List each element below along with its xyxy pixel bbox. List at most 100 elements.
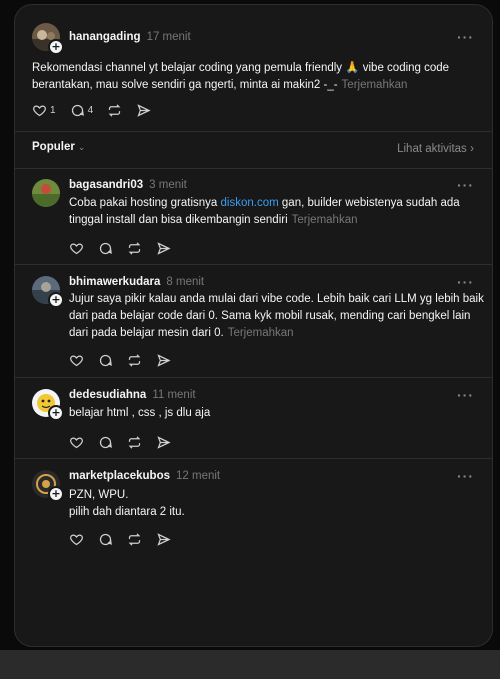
reply-line-2: dari pada belajar code dari 0. Sama kyk … — [69, 310, 471, 322]
more-icon[interactable]: ··· — [457, 387, 474, 403]
share-button[interactable] — [156, 353, 171, 368]
more-icon[interactable]: ··· — [457, 177, 474, 193]
send-icon — [157, 532, 171, 546]
more-icon[interactable]: ··· — [457, 29, 474, 45]
reply-actions — [69, 352, 185, 368]
like-button[interactable]: 1 — [32, 103, 56, 118]
chevron-down-icon: ⌄ — [77, 142, 86, 152]
timestamp: 11 menit — [152, 389, 196, 401]
heart-icon — [33, 104, 46, 116]
reply-button[interactable] — [98, 353, 113, 368]
divider — [15, 168, 492, 169]
translate-link[interactable]: Terjemahkan — [228, 327, 294, 339]
reply-button[interactable] — [98, 532, 113, 547]
timestamp: 17 menit — [146, 31, 191, 43]
timestamp: 12 menit — [176, 470, 221, 482]
follow-plus-icon[interactable]: + — [48, 292, 64, 308]
link-diskon[interactable]: diskon.com — [221, 197, 279, 209]
heart-icon — [70, 436, 83, 448]
username[interactable]: bagasandri03 — [69, 179, 143, 191]
reply-line-3: dari pada belajar mesin dari 0. Terjemahk… — [69, 327, 294, 339]
divider — [15, 377, 492, 378]
repost-icon — [128, 241, 141, 255]
follow-plus-icon[interactable]: + — [48, 39, 64, 55]
translate-link[interactable]: Terjemahkan — [292, 214, 358, 226]
reply-line-2: pilih dah diantara 2 itu. — [69, 506, 185, 518]
send-icon — [157, 435, 171, 449]
comment-icon — [71, 104, 84, 116]
like-button[interactable] — [69, 353, 84, 368]
like-button[interactable] — [69, 532, 84, 547]
thread-card: + hanangading 17 menit ··· Rekomendasi ch… — [14, 4, 493, 647]
reply-author[interactable]: bhimawerkudara 8 menit — [69, 276, 204, 288]
repost-button[interactable] — [127, 353, 142, 368]
post-line: Rekomendasi channel yt belajar coding ya… — [32, 62, 450, 74]
send-icon — [157, 353, 171, 367]
reply-line: Coba pakai hosting gratisnya diskon.com … — [69, 197, 460, 209]
reply-button[interactable] — [98, 435, 113, 450]
reply-line: PZN, WPU. — [69, 489, 129, 501]
send-icon — [157, 241, 171, 255]
reply-text: Jujur saya pikir kalau anda mulai dari v… — [69, 291, 484, 342]
reply-line: belajar html , css , js dlu aja — [69, 407, 211, 419]
follow-plus-icon[interactable]: + — [48, 486, 64, 502]
activity-label: Lihat aktivitas — [397, 143, 467, 155]
reply-count: 4 — [87, 104, 94, 116]
post-author[interactable]: hanangading 17 menit — [69, 31, 191, 43]
translate-link[interactable]: Terjemahkan — [342, 79, 408, 91]
bottom-bar — [0, 650, 500, 679]
divider — [15, 264, 492, 265]
share-button[interactable] — [156, 241, 171, 256]
sort-label: Populer — [32, 141, 75, 153]
username[interactable]: bhimawerkudara — [69, 276, 160, 288]
timestamp: 8 menit — [166, 276, 205, 288]
repost-icon — [128, 532, 141, 546]
timestamp: 3 menit — [149, 179, 187, 191]
repost-icon — [108, 103, 121, 117]
repost-icon — [128, 435, 141, 449]
share-button[interactable] — [156, 435, 171, 450]
username[interactable]: marketplacekubos — [69, 470, 170, 482]
like-count: 1 — [50, 104, 56, 116]
heart-icon — [70, 354, 83, 366]
avatar[interactable]: + — [32, 276, 64, 308]
reply-line-2: tinggal install dan bisa dikembangin sen… — [69, 214, 358, 226]
repost-icon — [128, 353, 141, 367]
reply-author[interactable]: marketplacekubos 12 menit — [69, 470, 220, 482]
reply-author[interactable]: bagasandri03 3 menit — [69, 179, 187, 191]
reply-button[interactable]: 4 — [70, 103, 94, 118]
more-icon[interactable]: ··· — [457, 468, 474, 484]
avatar[interactable] — [32, 179, 60, 207]
view-activity-link[interactable]: Lihat aktivitas › — [397, 141, 474, 155]
reply-line: Jujur saya pikir kalau anda mulai dari v… — [69, 293, 484, 305]
reply-text: PZN, WPU. pilih dah diantara 2 itu. — [69, 487, 479, 521]
reply-author[interactable]: dedesudiahna 11 menit — [69, 389, 196, 401]
like-button[interactable] — [69, 241, 84, 256]
reply-button[interactable] — [98, 241, 113, 256]
repost-button[interactable] — [107, 103, 122, 118]
like-button[interactable] — [69, 435, 84, 450]
more-icon[interactable]: ··· — [457, 274, 474, 290]
repost-button[interactable] — [127, 241, 142, 256]
username[interactable]: hanangading — [69, 31, 141, 43]
repost-button[interactable] — [127, 435, 142, 450]
send-icon — [137, 103, 151, 117]
username[interactable]: dedesudiahna — [69, 389, 146, 401]
sort-dropdown[interactable]: Populer ⌄ — [32, 141, 85, 153]
repost-button[interactable] — [127, 532, 142, 547]
share-button[interactable] — [156, 532, 171, 547]
share-button[interactable] — [136, 103, 151, 118]
reply-text: belajar html , css , js dlu aja — [69, 405, 479, 422]
reply-actions — [69, 531, 185, 547]
heart-icon — [70, 533, 83, 545]
avatar[interactable]: + — [32, 389, 64, 421]
follow-plus-icon[interactable]: + — [48, 405, 64, 421]
reply-actions — [69, 434, 185, 450]
avatar[interactable]: + — [32, 23, 64, 55]
post-line-2: berantakan, mau solve sendiri ga ngerti,… — [32, 79, 408, 91]
avatar[interactable]: + — [32, 470, 64, 502]
avatar-image — [32, 179, 60, 207]
divider — [15, 131, 492, 132]
divider — [15, 458, 492, 459]
post-actions: 1 4 — [32, 102, 165, 118]
